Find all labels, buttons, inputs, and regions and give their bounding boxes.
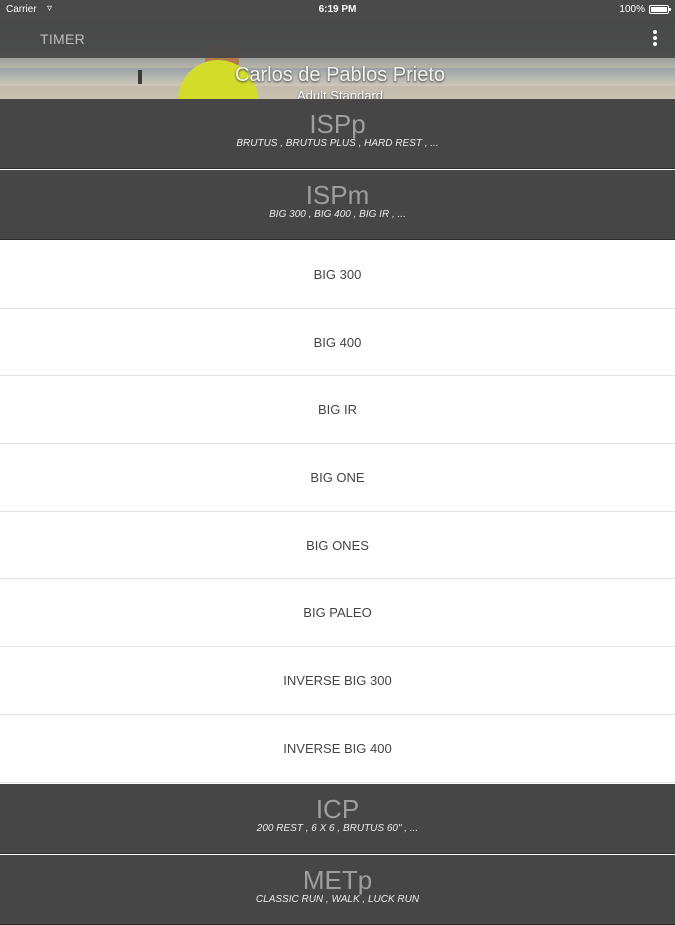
group-header-metp[interactable]: METp CLASSIC RUN , WALK , LUCK RUN xyxy=(0,855,675,925)
list-item[interactable]: BIG ONES xyxy=(0,511,675,580)
group-title: ICP xyxy=(315,794,360,824)
nav-bar: TIMER xyxy=(0,20,675,58)
more-options-icon[interactable] xyxy=(649,28,661,50)
group-title: ISPp xyxy=(309,109,366,139)
list-item[interactable]: INVERSE BIG 300 xyxy=(0,647,675,715)
group-title: METp xyxy=(302,865,373,895)
list-item[interactable]: BIG 400 xyxy=(0,308,675,377)
group-subtitle: 200 REST , 6 X 6 , BRUTUS 60" , ... xyxy=(256,823,419,834)
list-item[interactable]: BIG 300 xyxy=(0,241,675,309)
profile-name: Carlos de Pablos Prieto xyxy=(234,64,446,86)
status-time: 6:19 PM xyxy=(318,4,357,15)
nav-title[interactable]: TIMER xyxy=(40,31,85,47)
list-item[interactable]: BIG ONE xyxy=(0,444,675,512)
group-subtitle: BIG 300 , BIG 400 , BIG IR , ... xyxy=(269,209,406,220)
battery-percent: 100% xyxy=(619,4,645,15)
list-item[interactable]: INVERSE BIG 400 xyxy=(0,714,675,783)
battery-icon xyxy=(649,5,671,14)
banner-distant-person xyxy=(138,70,142,84)
status-bar: Carrier ▿ 6:19 PM 100% xyxy=(0,0,675,20)
group-header-ispm[interactable]: ISPm BIG 300 , BIG 400 , BIG IR , ... xyxy=(0,170,675,240)
list-item[interactable]: BIG IR xyxy=(0,376,675,445)
group-subtitle: BRUTUS , BRUTUS PLUS , HARD REST , ... xyxy=(236,138,439,149)
group-header-icp[interactable]: ICP 200 REST , 6 X 6 , BRUTUS 60" , ... xyxy=(0,784,675,854)
exercise-list: BIG 300 BIG 400 BIG IR BIG ONE BIG ONES … xyxy=(0,241,675,783)
list-item[interactable]: BIG PALEO xyxy=(0,579,675,648)
profile-category: Adult Standard xyxy=(296,88,383,99)
group-title: ISPm xyxy=(305,180,370,210)
group-header-ispp[interactable]: ISPp BRUTUS , BRUTUS PLUS , HARD REST , … xyxy=(0,99,675,169)
